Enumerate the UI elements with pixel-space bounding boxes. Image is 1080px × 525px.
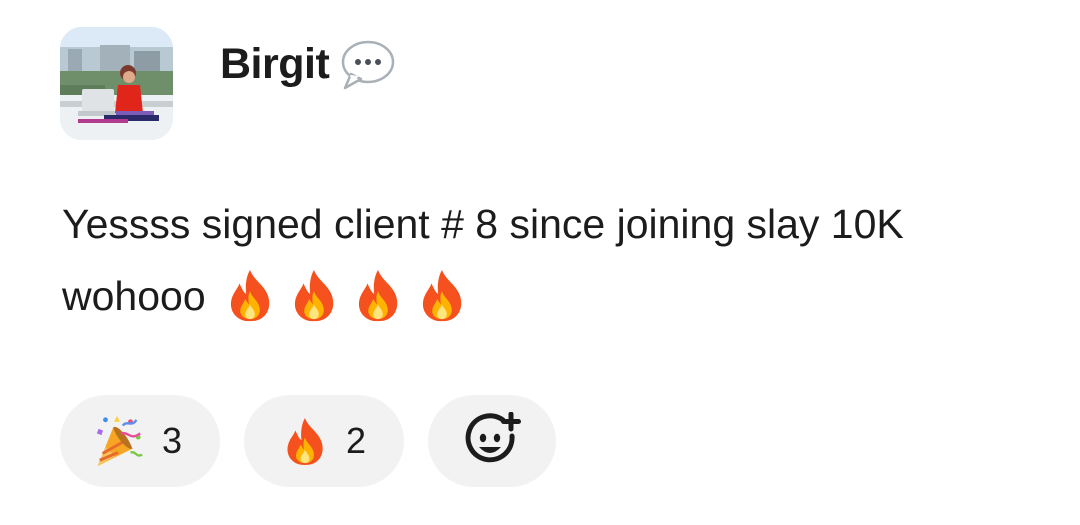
- add-reaction-button[interactable]: [428, 395, 556, 487]
- avatar[interactable]: [60, 27, 173, 140]
- reaction-fire[interactable]: 2: [244, 395, 404, 487]
- message-text-line: Yessss signed client # 8 since joining s…: [62, 201, 904, 247]
- reaction-count: 2: [345, 420, 366, 461]
- message-body: Yessss signed client # 8 since joining s…: [62, 188, 1052, 332]
- fire-icon: [416, 268, 468, 322]
- message-text-line: wohooo: [62, 260, 1052, 332]
- fire-icon: [288, 268, 340, 322]
- message: Birgit Yessss signed client # 8 since jo…: [0, 0, 1080, 525]
- reaction-party-popper[interactable]: 3: [60, 395, 220, 487]
- reactions-bar: 3 2: [60, 395, 556, 487]
- reaction-count: 3: [161, 420, 182, 461]
- speech-bubble-icon[interactable]: [337, 38, 397, 94]
- message-text-segment: wohooo: [62, 273, 206, 319]
- fire-icon: [224, 268, 276, 322]
- fire-icon: [282, 411, 328, 471]
- author-row: Birgit: [220, 34, 397, 94]
- author-name[interactable]: Birgit: [220, 40, 330, 89]
- avatar-photo: [60, 27, 173, 140]
- party-popper-icon: [96, 415, 143, 467]
- fire-icon: [352, 268, 404, 322]
- add-reaction-icon: [465, 412, 521, 463]
